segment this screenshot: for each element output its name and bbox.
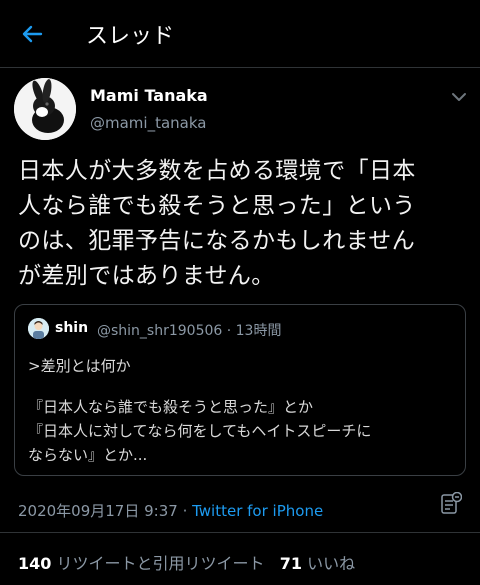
divider (0, 532, 480, 533)
tweet-meta: 2020年09月17日 9:37 · Twitter for iPhone (18, 500, 323, 521)
top-bar: スレッド (0, 0, 480, 68)
person-avatar-image (28, 318, 49, 339)
retweets-label: リツイートと引用リツイート (56, 554, 265, 573)
tweet-stats: 140 リツイートと引用リツイート 71 いいね (18, 550, 355, 574)
quoted-text-line: 『日本人に対してなら何をしてもヘイトスピーチに (28, 422, 372, 440)
tweet-source-link[interactable]: Twitter for iPhone (192, 502, 323, 520)
tweet-text-line: のは、犯罪予告になるかもしれません (18, 228, 416, 254)
likes-label: いいね (307, 554, 356, 573)
quoted-author-name: shin (55, 320, 89, 336)
avatar[interactable] (14, 78, 76, 140)
tweet-text-line: 人なら誰でも殺そうと思った」という (18, 193, 416, 219)
page-title: スレッド (86, 24, 175, 49)
quoted-tweet-card[interactable]: shin @shin_shr190506 · 13時間 >差別とは何か 『日本人… (14, 304, 466, 476)
rabbit-avatar-image (14, 78, 76, 140)
author-display-name[interactable]: Mami Tanaka (90, 86, 208, 105)
back-arrow-icon[interactable] (20, 22, 44, 46)
analytics-icon[interactable] (440, 492, 462, 516)
tweet-text-line: が差別ではありません。 (18, 263, 275, 289)
quoted-text-line: >差別とは何か (28, 357, 131, 375)
quoted-avatar (28, 318, 49, 339)
likes-stat[interactable]: 71 いいね (280, 554, 355, 573)
chevron-down-icon[interactable] (450, 90, 468, 104)
tweet-timestamp: 2020年09月17日 9:37 · (18, 502, 193, 520)
likes-count: 71 (279, 554, 303, 573)
tweet-text-line: 日本人が大多数を占める環境で「日本 (18, 158, 416, 184)
quoted-author-meta: @shin_shr190506 · 13時間 (97, 323, 282, 339)
retweets-count: 140 (18, 554, 52, 573)
tweet-text: 日本人が大多数を占める環境で「日本 人なら誰でも殺そうと思った」という のは、犯… (18, 154, 468, 294)
author-handle[interactable]: @mami_tanaka (90, 114, 206, 132)
retweets-stat[interactable]: 140 リツイートと引用リツイート (18, 554, 265, 573)
quoted-text-line: ならない』とか... (28, 446, 148, 464)
quoted-text-line: 『日本人なら誰でも殺そうと思った』とか (28, 398, 314, 416)
